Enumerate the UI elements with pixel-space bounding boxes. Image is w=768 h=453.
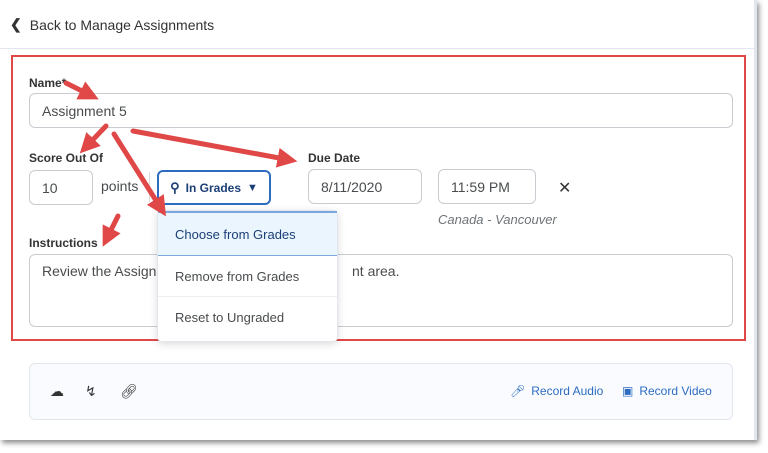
window: ❮ Back to Manage Assignments Name* Assig… xyxy=(0,0,757,440)
arrow-to-instructions xyxy=(102,213,121,247)
arrow-to-score xyxy=(79,123,109,154)
annotation-arrows xyxy=(63,80,298,247)
arrow-to-name xyxy=(63,80,99,100)
arrow-to-menu xyxy=(111,131,167,217)
arrow-to-due-date xyxy=(130,128,298,168)
